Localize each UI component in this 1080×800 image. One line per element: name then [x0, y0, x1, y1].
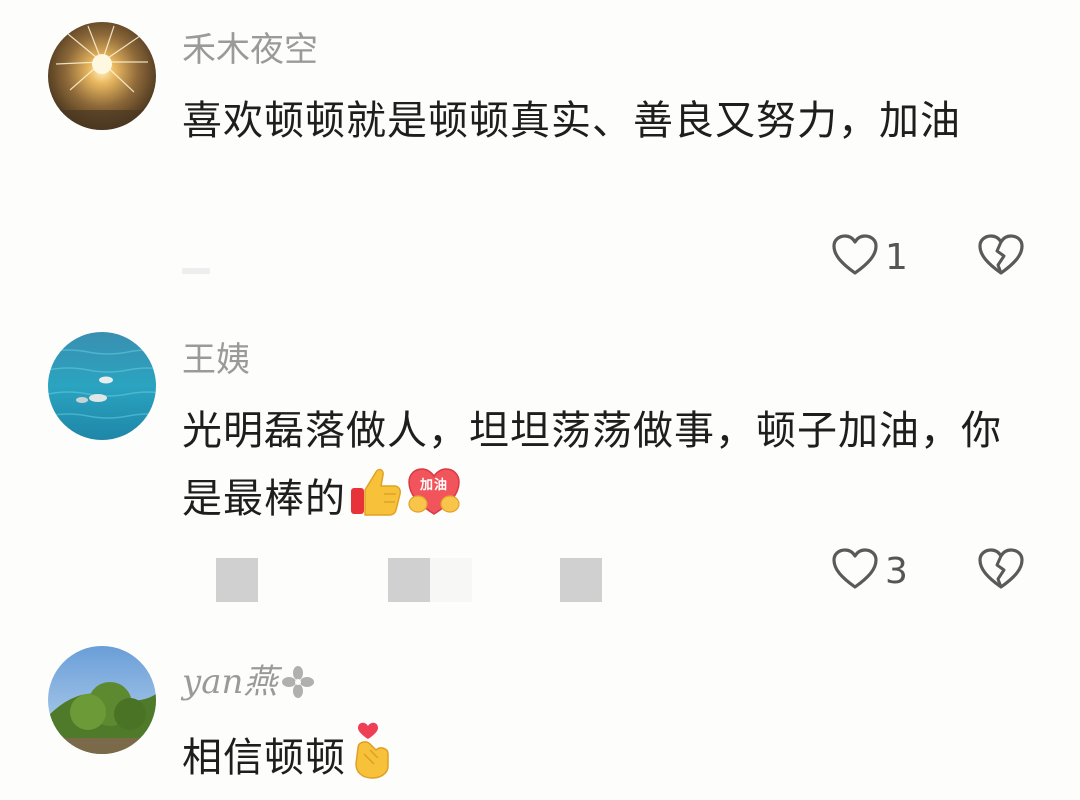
sea-swans-photo-avatar [48, 332, 156, 440]
heart-outline-icon [831, 233, 879, 281]
comment-text-body: 喜欢顿顿就是顿顿真实、善良又努力，加油 [182, 98, 961, 144]
thumbs-up-emoji [348, 464, 402, 538]
comment-item: 王姨 光明磊落做人，坦坦荡荡做事，顿子加油，你是最棒的 加油 3 [0, 310, 1080, 630]
username[interactable]: yan燕 [182, 660, 315, 704]
jiayou-heart-emoji: 加油 [404, 464, 464, 538]
username[interactable]: 王姨 [182, 338, 250, 382]
comment-text: 光明磊落做人，坦坦荡荡做事，顿子加油，你是最棒的 加油 [182, 398, 1002, 538]
comment-actions: 1 [831, 232, 1025, 282]
broken-heart-icon [977, 547, 1025, 595]
avatar[interactable] [48, 22, 156, 130]
like-button[interactable]: 1 [831, 233, 919, 281]
fireworks-photo-avatar [48, 22, 156, 130]
username[interactable]: 禾木夜空 [182, 28, 318, 72]
comment-text-body: 光明磊落做人，坦坦荡荡做事，顿子加油，你是最棒的 [182, 408, 1002, 522]
comment-text: 喜欢顿顿就是顿顿真实、善良又努力，加油 [182, 88, 1002, 154]
like-count: 3 [885, 550, 908, 592]
broken-heart-icon [977, 233, 1025, 281]
flower-icon [281, 665, 315, 699]
tree-landscape-photo-avatar [48, 646, 156, 754]
comment-item: yan燕 相信顿顿 [0, 630, 1080, 784]
username-text: yan燕 [182, 662, 278, 702]
comment-actions: 3 [831, 546, 1025, 596]
like-count: 1 [885, 236, 908, 278]
avatar[interactable] [48, 646, 156, 754]
heart-outline-icon [831, 547, 879, 595]
dislike-button[interactable] [977, 547, 1025, 595]
finger-heart-emoji [348, 720, 394, 800]
like-button[interactable]: 3 [831, 547, 919, 595]
dislike-button[interactable] [977, 233, 1025, 281]
svg-text:加油: 加油 [419, 477, 448, 493]
comment-text: 相信顿顿 [182, 720, 1002, 800]
comment-text-body: 相信顿顿 [182, 735, 346, 781]
comment-item: 禾木夜空 喜欢顿顿就是顿顿真实、善良又努力，加油 1 [0, 0, 1080, 310]
avatar[interactable] [48, 332, 156, 440]
